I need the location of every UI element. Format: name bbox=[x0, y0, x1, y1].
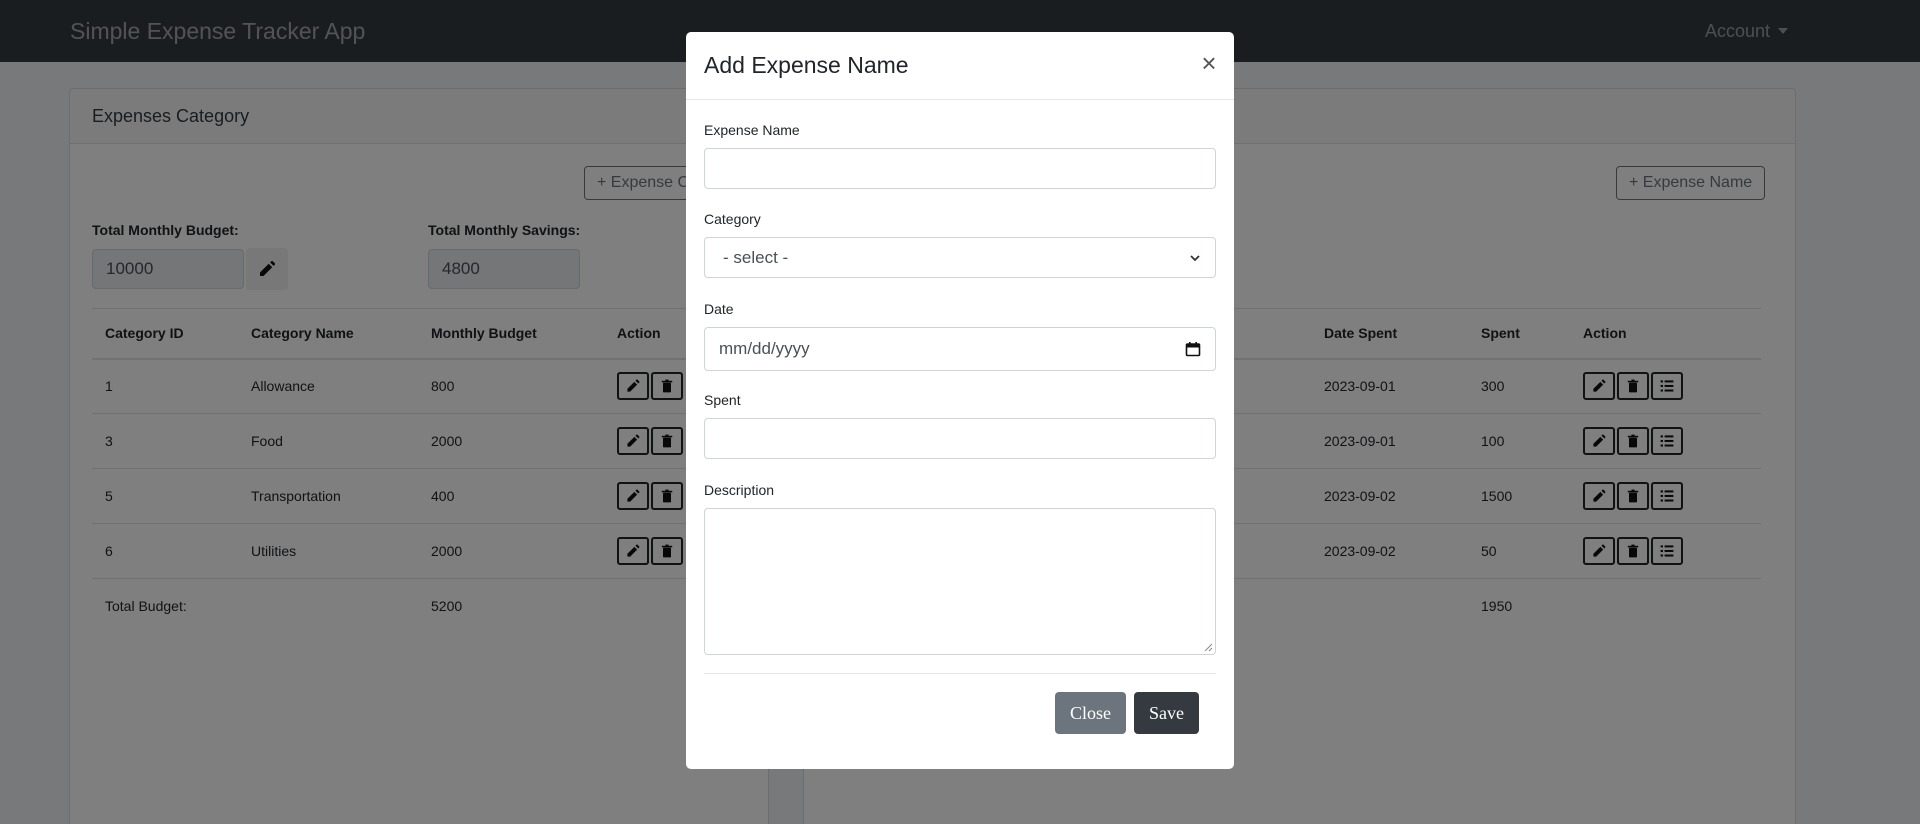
close-icon[interactable]: × bbox=[1194, 48, 1224, 78]
description-textarea[interactable] bbox=[704, 508, 1216, 655]
modal-title: Add Expense Name bbox=[704, 52, 909, 78]
spent-input[interactable] bbox=[704, 418, 1216, 459]
calendar-icon[interactable] bbox=[1185, 341, 1201, 357]
category-label: Category bbox=[704, 211, 761, 227]
category-select[interactable]: - select - bbox=[704, 237, 1216, 278]
expense-name-input[interactable] bbox=[704, 148, 1216, 189]
resize-grip-icon[interactable] bbox=[1204, 643, 1213, 652]
category-selected-value: - select - bbox=[723, 247, 789, 267]
spent-label: Spent bbox=[704, 392, 741, 408]
modal-header-divider bbox=[686, 99, 1234, 100]
modal-footer-divider bbox=[704, 673, 1216, 674]
save-button[interactable]: Save bbox=[1134, 692, 1199, 734]
add-expense-name-modal: Add Expense Name × Expense Name Category… bbox=[686, 32, 1234, 769]
description-label: Description bbox=[704, 482, 775, 498]
chevron-down-icon bbox=[1190, 254, 1200, 261]
date-placeholder: mm/dd/yyyy bbox=[719, 339, 810, 358]
date-input[interactable]: mm/dd/yyyy bbox=[704, 327, 1216, 371]
date-label: Date bbox=[704, 301, 734, 317]
expense-name-label: Expense Name bbox=[704, 122, 800, 138]
close-button[interactable]: Close bbox=[1055, 692, 1126, 734]
